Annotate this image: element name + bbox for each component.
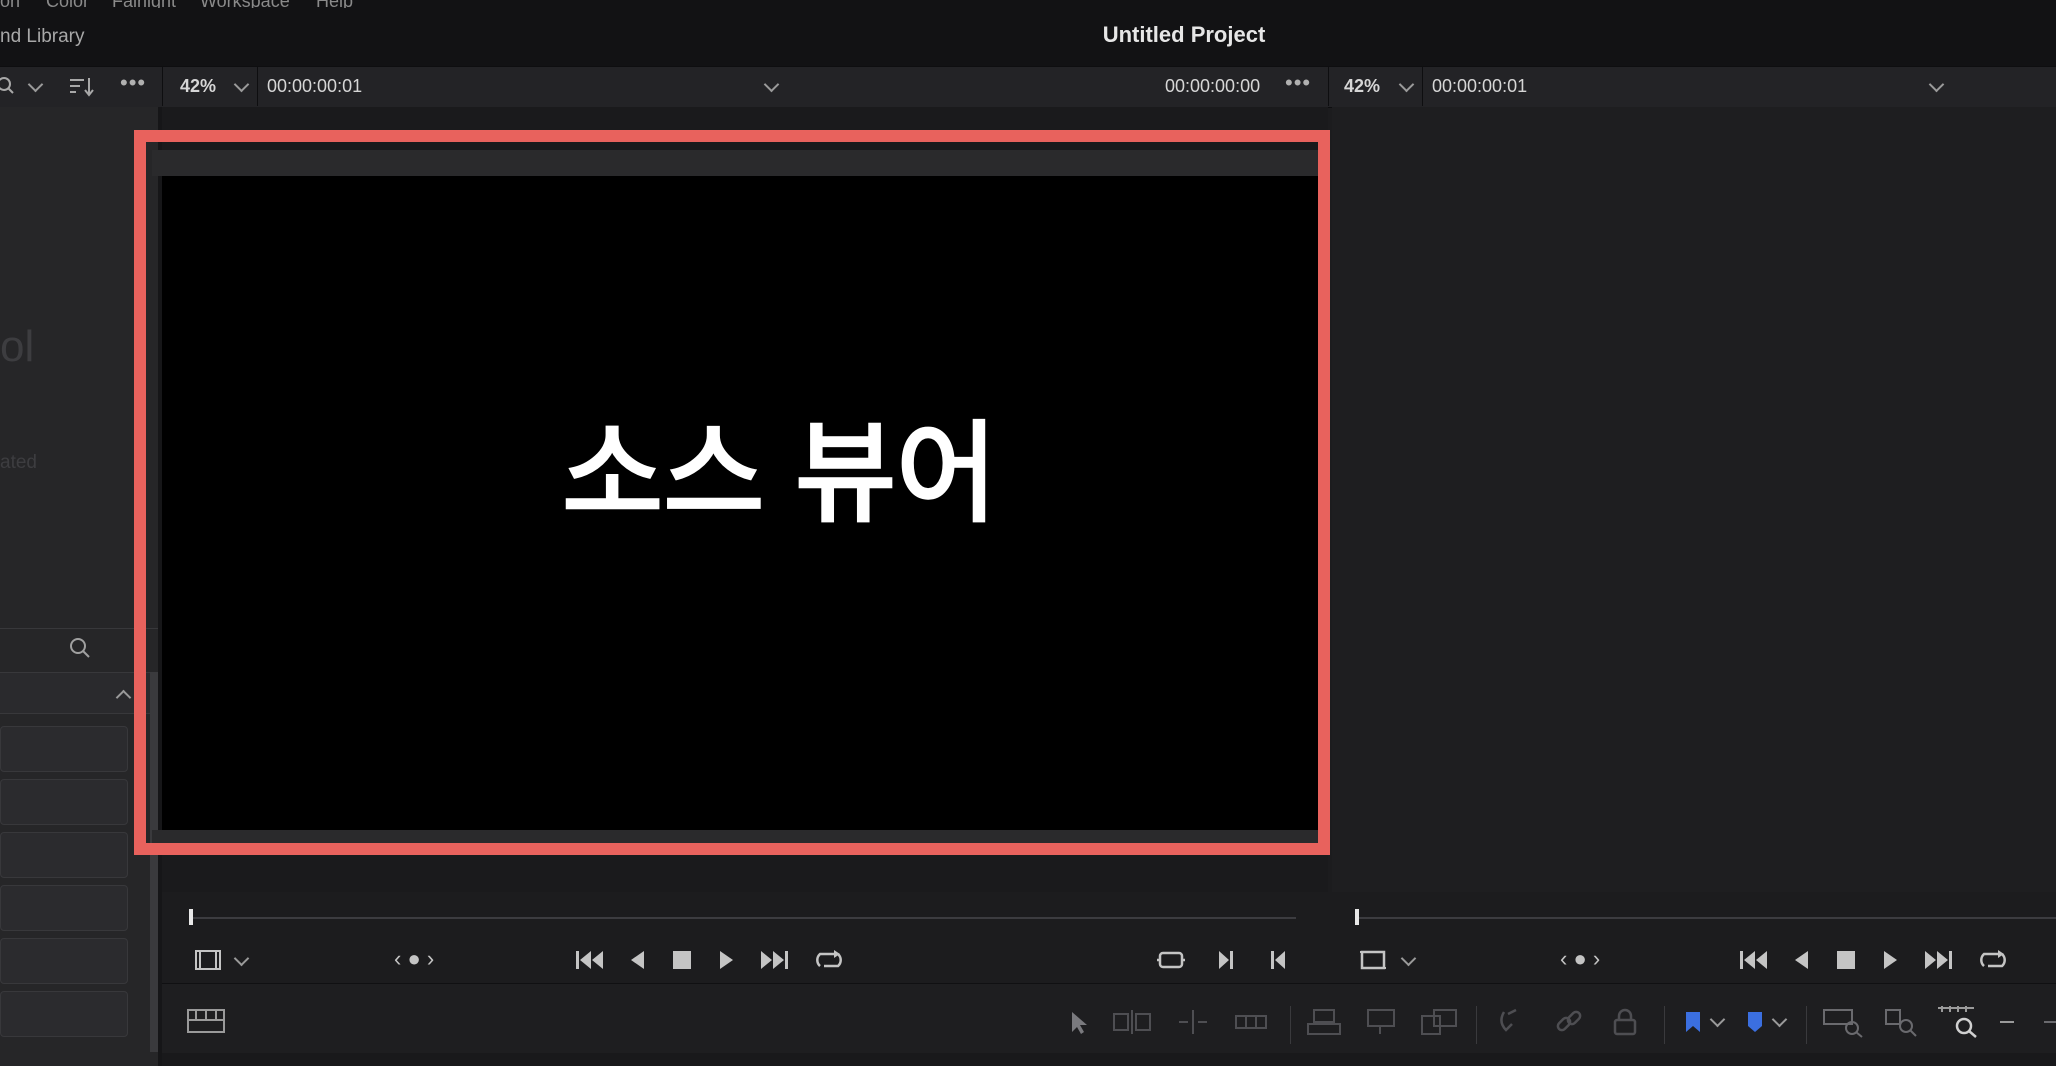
divider xyxy=(1290,1006,1291,1044)
trim-tool-icon[interactable] xyxy=(1112,1010,1152,1034)
mark-in-icon[interactable] xyxy=(1216,948,1236,972)
zoom-custom-icon[interactable] xyxy=(1936,1004,1978,1038)
media-pool-ghost-title: ol xyxy=(0,322,35,371)
stop-icon[interactable] xyxy=(1836,950,1856,970)
skip-to-start-icon[interactable] xyxy=(1738,948,1770,972)
match-frame-icon[interactable] xyxy=(1156,948,1186,972)
divider xyxy=(1664,1006,1665,1044)
menu-item[interactable]: on xyxy=(0,0,20,8)
skip-to-end-icon[interactable] xyxy=(1922,948,1954,972)
play-reverse-icon[interactable] xyxy=(1792,948,1812,972)
chevron-down-icon[interactable] xyxy=(233,950,250,967)
overwrite-clip-icon[interactable] xyxy=(1364,1008,1400,1036)
play-reverse-icon[interactable] xyxy=(628,948,648,972)
selection-tool-icon[interactable] xyxy=(1068,1010,1090,1036)
divider xyxy=(1422,67,1423,106)
program-scrub-bar[interactable] xyxy=(1356,917,2056,919)
menu-bar: on Color Fairlight Workspace Help xyxy=(0,0,2056,8)
timeline-ruler[interactable] xyxy=(162,1053,2056,1066)
mark-out-icon[interactable] xyxy=(1268,948,1288,972)
media-pool-ghost-subtitle: ated xyxy=(0,452,37,473)
source-scrub-bar[interactable] xyxy=(190,917,1296,919)
program-zoom-value[interactable]: 42% xyxy=(1344,76,1380,97)
source-timecode[interactable]: 00:00:00:01 xyxy=(267,76,362,97)
skip-to-end-icon[interactable] xyxy=(758,948,790,972)
divider xyxy=(162,67,163,106)
sort-icon[interactable] xyxy=(68,76,94,98)
source-duration-timecode: 00:00:00:00 xyxy=(1165,76,1261,96)
flag-icon[interactable] xyxy=(1684,1010,1702,1034)
more-options-icon[interactable]: ••• xyxy=(1285,70,1311,96)
viewer-display-icon[interactable] xyxy=(1360,948,1386,972)
program-timecode[interactable]: 00:00:00:01 xyxy=(1432,76,1527,97)
menu-item-workspace[interactable]: Workspace xyxy=(200,0,290,8)
jog-control-icon[interactable]: ‹ ● › xyxy=(394,948,434,970)
divider xyxy=(1476,1006,1477,1044)
zoom-full-icon[interactable] xyxy=(1822,1006,1864,1038)
play-icon[interactable] xyxy=(1880,948,1900,972)
dynamic-trim-icon[interactable] xyxy=(1176,1010,1210,1034)
divider xyxy=(257,67,258,106)
zoom-detail-icon[interactable] xyxy=(1884,1006,1920,1038)
list-item[interactable] xyxy=(0,779,128,825)
zoom-slider[interactable] xyxy=(2044,1021,2056,1023)
timeline-options-icon[interactable] xyxy=(186,1008,226,1034)
loop-icon[interactable] xyxy=(1978,948,2008,972)
clip-display-icon[interactable] xyxy=(194,949,222,971)
menu-item-help[interactable]: Help xyxy=(316,0,353,8)
more-options-icon[interactable]: ••• xyxy=(120,70,146,96)
blade-tool-icon[interactable] xyxy=(1234,1010,1268,1034)
insert-clip-icon[interactable] xyxy=(1306,1008,1342,1036)
search-icon[interactable] xyxy=(68,636,92,660)
search-icon[interactable] xyxy=(0,76,20,96)
highlight-callout xyxy=(134,130,1330,855)
zoom-out-icon[interactable] xyxy=(2000,1021,2014,1023)
list-item[interactable] xyxy=(0,885,128,931)
skip-to-start-icon[interactable] xyxy=(574,948,606,972)
list-item[interactable] xyxy=(0,832,128,878)
source-playhead[interactable] xyxy=(189,909,193,925)
menu-item-color[interactable]: Color xyxy=(46,0,89,8)
divider xyxy=(1328,67,1329,106)
lock-icon[interactable] xyxy=(1612,1008,1638,1036)
list-item[interactable] xyxy=(0,991,128,1037)
loop-icon[interactable] xyxy=(814,948,844,972)
marker-icon[interactable] xyxy=(1746,1010,1764,1034)
source-zoom-value[interactable]: 42% xyxy=(180,76,216,97)
divider xyxy=(1806,1006,1807,1044)
link-icon[interactable] xyxy=(1554,1008,1584,1036)
timeline-viewer[interactable] xyxy=(1332,107,2056,892)
snapping-icon[interactable] xyxy=(1496,1008,1526,1036)
program-playhead[interactable] xyxy=(1355,909,1359,925)
list-item[interactable] xyxy=(0,938,128,984)
project-title: Untitled Project xyxy=(1102,22,1266,47)
play-icon[interactable] xyxy=(716,948,736,972)
stop-icon[interactable] xyxy=(672,950,692,970)
replace-clip-icon[interactable] xyxy=(1420,1008,1460,1036)
chevron-down-icon[interactable] xyxy=(1400,950,1417,967)
jog-control-icon[interactable]: ‹ ● › xyxy=(1560,948,1600,970)
menu-item-fairlight[interactable]: Fairlight xyxy=(112,0,176,8)
list-item[interactable] xyxy=(0,726,128,772)
